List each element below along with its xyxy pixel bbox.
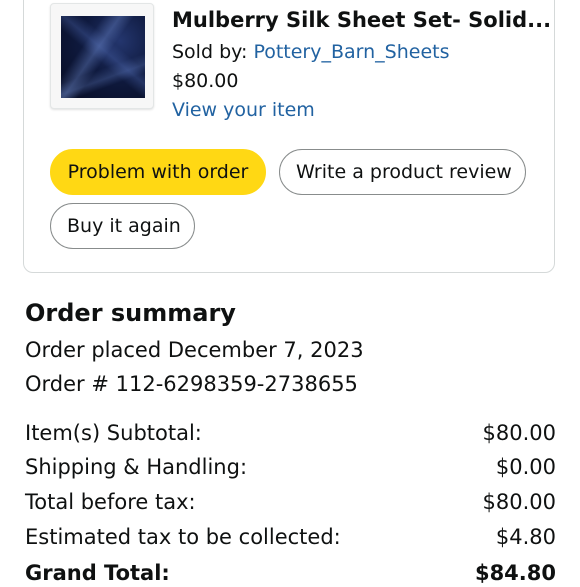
product-image[interactable]	[61, 16, 145, 98]
summary-label: Estimated tax to be collected:	[25, 525, 341, 549]
product-title[interactable]: Mulberry Silk Sheet Set- Solid...	[172, 6, 552, 34]
summary-value: $84.80	[474, 561, 556, 585]
product-thumbnail[interactable]	[50, 3, 154, 109]
buy-again-button[interactable]: Buy it again	[50, 203, 195, 249]
view-item-link[interactable]: View your item	[172, 97, 315, 123]
summary-value: $0.00	[495, 455, 556, 479]
summary-label: Item(s) Subtotal:	[25, 421, 202, 445]
order-number: Order # 112-6298359-2738655	[25, 372, 358, 396]
problem-with-order-button[interactable]: Problem with order	[50, 149, 266, 195]
item-price: $80.00	[172, 70, 239, 92]
sold-by: Sold by: Pottery_Barn_Sheets	[172, 39, 450, 65]
summary-value: $80.00	[482, 490, 556, 514]
summary-label: Total before tax:	[25, 490, 196, 514]
summary-label: Shipping & Handling:	[25, 455, 248, 479]
order-placed-date: Order placed December 7, 2023	[25, 338, 364, 362]
summary-label: Grand Total:	[25, 561, 170, 585]
write-review-button[interactable]: Write a product review	[279, 149, 526, 195]
summary-value: $4.80	[495, 525, 556, 549]
order-summary-heading: Order summary	[25, 299, 236, 327]
summary-value: $80.00	[482, 421, 556, 445]
seller-link[interactable]: Pottery_Barn_Sheets	[253, 41, 449, 63]
sold-by-label: Sold by:	[172, 41, 254, 63]
